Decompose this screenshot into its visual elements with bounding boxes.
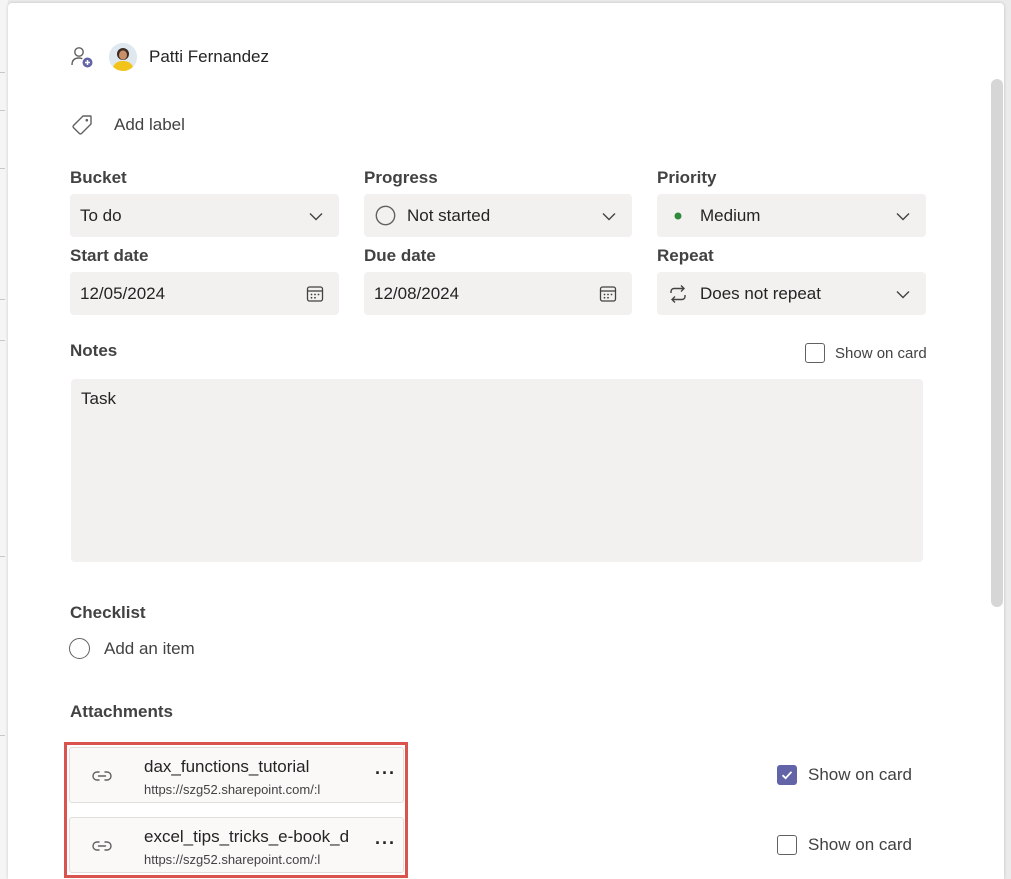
progress-dropdown[interactable]: Not started [364,194,632,237]
add-label-button[interactable]: Add label [70,113,185,137]
due-date-value: 12/08/2024 [374,283,460,303]
background-divider [0,556,5,557]
attachment-show-on-card[interactable]: Show on card [777,765,912,785]
chevron-down-icon [896,290,910,298]
priority-label: Priority [657,168,717,187]
not-started-circle-icon [374,205,396,227]
background-divider [0,110,5,111]
notes-show-on-card-label: Show on card [835,344,927,362]
background-divider [0,299,5,300]
checklist-add-item-text: Add an item [104,638,195,658]
repeat-value: Does not repeat [700,283,821,303]
chevron-down-icon [896,212,910,220]
checklist-item-circle-icon [69,638,90,659]
start-date-picker[interactable]: 12/05/2024 [70,272,339,315]
assignee-row: Patti Fernandez [70,41,269,73]
background-app-edge [0,0,8,879]
chevron-down-icon [309,212,323,220]
avatar-photo [109,43,137,71]
notes-show-on-card[interactable]: Show on card [805,343,927,363]
task-details-panel: Patti Fernandez Add label Bucket Progres… [8,3,1004,879]
background-divider [0,735,5,736]
priority-value: Medium [700,205,761,225]
checklist-label: Checklist [70,603,146,622]
attachments-highlight-box [64,742,408,878]
assign-person-icon[interactable] [70,45,94,69]
attachment-show-on-card-checkbox[interactable] [777,835,797,855]
calendar-icon[interactable] [598,284,618,304]
bucket-value: To do [80,205,122,225]
notes-label: Notes [70,341,118,360]
scrollbar-thumb[interactable] [991,79,1003,607]
notes-show-on-card-checkbox[interactable] [805,343,825,363]
bucket-dropdown[interactable]: To do [70,194,339,237]
progress-value: Not started [407,205,491,225]
progress-label: Progress [364,168,438,187]
avatar[interactable] [109,43,137,71]
attachment-show-on-card-label: Show on card [808,765,912,784]
background-divider [0,340,5,341]
due-date-picker[interactable]: 12/08/2024 [364,272,632,315]
notes-text: Task [81,389,116,408]
repeat-icon [667,283,689,305]
due-date-label: Due date [364,246,436,265]
checkmark-icon [781,771,793,780]
background-divider [0,72,5,73]
start-date-value: 12/05/2024 [80,283,166,303]
calendar-icon[interactable] [305,284,325,304]
repeat-label: Repeat [657,246,714,265]
start-date-label: Start date [70,246,149,265]
attachment-show-on-card-label: Show on card [808,835,912,854]
assignee-name[interactable]: Patti Fernandez [149,47,269,67]
attachments-label: Attachments [70,702,173,721]
chevron-down-icon [602,212,616,220]
tag-icon [72,115,92,135]
bucket-label: Bucket [70,168,127,187]
add-label-text: Add label [114,115,185,134]
priority-dropdown[interactable]: Medium [657,194,926,237]
repeat-dropdown[interactable]: Does not repeat [657,272,926,315]
priority-dot-icon [667,205,689,227]
background-divider [0,168,5,169]
attachment-show-on-card-checkbox[interactable] [777,765,797,785]
checklist-add-item[interactable]: Add an item [69,638,195,659]
notes-textarea[interactable]: Task [71,379,923,562]
attachment-show-on-card[interactable]: Show on card [777,835,912,855]
